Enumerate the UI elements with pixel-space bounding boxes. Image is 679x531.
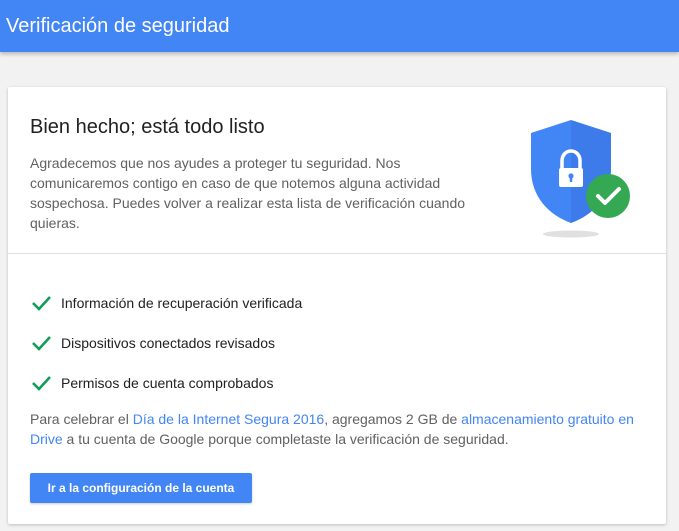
- promo-prefix: Para celebrar el: [30, 411, 133, 427]
- app-bar: Verificación de seguridad: [0, 0, 679, 52]
- check-icon: [30, 332, 52, 354]
- card-description: Agradecemos que nos ayudes a proteger tu…: [30, 155, 466, 231]
- checklist-label: Dispositivos conectados revisados: [61, 335, 275, 351]
- card-header-section: Bien hecho; está todo listo Agradecemos …: [8, 87, 666, 254]
- card-title: Bien hecho; está todo listo: [30, 116, 265, 138]
- security-checkup-card: Bien hecho; está todo listo Agradecemos …: [8, 87, 666, 524]
- shield-lock-check-icon: [513, 117, 643, 243]
- promo-middle: , agregamos 2 GB de: [324, 411, 462, 427]
- page-title: Verificación de seguridad: [6, 15, 230, 37]
- check-icon: [30, 292, 52, 314]
- list-item: Dispositivos conectados revisados: [30, 323, 302, 363]
- list-item: Información de recuperación verificada: [30, 283, 302, 323]
- list-item: Permisos de cuenta comprobados: [30, 363, 302, 403]
- checklist-label: Permisos de cuenta comprobados: [61, 375, 274, 391]
- checklist: Información de recuperación verificada D…: [30, 283, 302, 403]
- safer-internet-day-link[interactable]: Día de la Internet Segura 2016: [133, 411, 324, 427]
- checklist-label: Información de recuperación verificada: [61, 295, 303, 311]
- check-icon: [30, 372, 52, 394]
- account-settings-button[interactable]: Ir a la configuración de la cuenta: [30, 473, 252, 503]
- promo-text: Para celebrar el Día de la Internet Segu…: [30, 409, 640, 449]
- promo-suffix: a tu cuenta de Google porque completaste…: [62, 431, 509, 447]
